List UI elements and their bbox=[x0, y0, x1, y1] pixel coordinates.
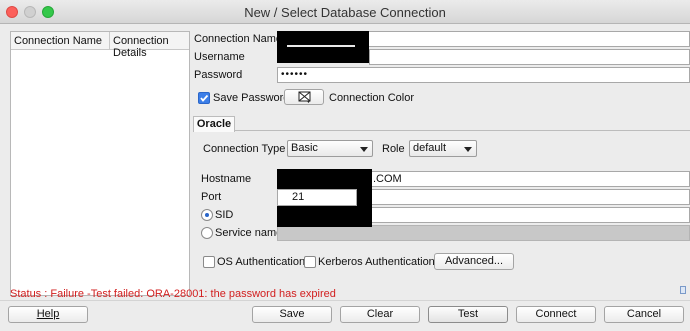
role-select[interactable]: default bbox=[409, 140, 477, 157]
clear-button[interactable]: Clear bbox=[340, 306, 420, 323]
color-swatch-icon bbox=[298, 91, 311, 103]
port-visible-window: 21 bbox=[277, 189, 357, 206]
port-value-visible: 21 bbox=[292, 191, 305, 203]
username-field[interactable] bbox=[369, 49, 690, 65]
help-button[interactable]: Help bbox=[8, 306, 88, 323]
sid-label: SID bbox=[215, 209, 234, 221]
redaction-block bbox=[277, 31, 369, 63]
chevron-down-icon bbox=[464, 147, 472, 152]
connect-button[interactable]: Connect bbox=[516, 306, 596, 323]
save-password-checkbox[interactable] bbox=[198, 92, 210, 104]
port-label: Port bbox=[201, 191, 222, 203]
chevron-down-icon bbox=[360, 147, 368, 152]
save-password-label: Save Password bbox=[213, 92, 290, 104]
connection-list-header: Connection Name Connection Details bbox=[11, 32, 189, 59]
sid-radio[interactable] bbox=[201, 209, 213, 221]
test-button-label: Test bbox=[457, 308, 479, 320]
connect-button-label: Connect bbox=[535, 308, 577, 320]
connection-type-label: Connection Type bbox=[203, 143, 286, 155]
hostname-label: Hostname bbox=[201, 173, 252, 185]
service-name-label: Service name bbox=[215, 227, 283, 239]
kerberos-authentication-checkbox[interactable] bbox=[304, 256, 316, 268]
column-divider[interactable] bbox=[109, 32, 110, 50]
connection-name-label: Connection Name bbox=[194, 33, 283, 45]
service-name-radio[interactable] bbox=[201, 227, 213, 239]
os-authentication-checkbox[interactable] bbox=[203, 256, 215, 268]
column-header-connection-name[interactable]: Connection Name bbox=[14, 35, 102, 47]
help-button-label: Help bbox=[36, 308, 60, 320]
connection-type-select[interactable]: Basic bbox=[287, 140, 373, 157]
username-label: Username bbox=[194, 51, 245, 63]
os-authentication-label: OS Authentication bbox=[217, 256, 306, 268]
advanced-button[interactable]: Advanced... bbox=[434, 253, 514, 270]
tab-oracle[interactable]: Oracle bbox=[193, 116, 235, 132]
save-button[interactable]: Save bbox=[252, 306, 332, 323]
hostname-value: .COM bbox=[373, 173, 402, 185]
checkmark-icon bbox=[200, 94, 209, 102]
save-button-label: Save bbox=[279, 308, 305, 320]
kerberos-authentication-label: Kerberos Authentication bbox=[318, 256, 435, 268]
cancel-button[interactable]: Cancel bbox=[604, 306, 684, 323]
role-label: Role bbox=[382, 143, 405, 155]
password-field[interactable]: •••••• bbox=[277, 67, 690, 83]
column-header-connection-details[interactable]: Connection Details bbox=[113, 35, 189, 59]
status-detail-icon[interactable] bbox=[680, 286, 686, 294]
connection-color-label: Connection Color bbox=[329, 92, 414, 104]
clear-button-label: Clear bbox=[366, 308, 394, 320]
window-title: New / Select Database Connection bbox=[244, 5, 446, 20]
redaction-line bbox=[287, 45, 355, 47]
connection-type-value: Basic bbox=[291, 142, 318, 154]
cancel-button-label: Cancel bbox=[626, 308, 662, 320]
connection-color-button[interactable] bbox=[284, 89, 324, 105]
test-button[interactable]: Test bbox=[428, 306, 508, 323]
divider bbox=[0, 300, 690, 301]
status-message: Status : Failure -Test failed: ORA-28001… bbox=[10, 288, 336, 300]
password-label: Password bbox=[194, 69, 243, 81]
role-value: default bbox=[413, 142, 447, 154]
password-value: •••••• bbox=[281, 69, 309, 80]
service-name-field[interactable] bbox=[277, 225, 690, 241]
redaction-block: 21 bbox=[277, 169, 372, 227]
title-bar: New / Select Database Connection bbox=[0, 0, 690, 24]
connection-list[interactable]: Connection Name Connection Details bbox=[10, 31, 190, 296]
